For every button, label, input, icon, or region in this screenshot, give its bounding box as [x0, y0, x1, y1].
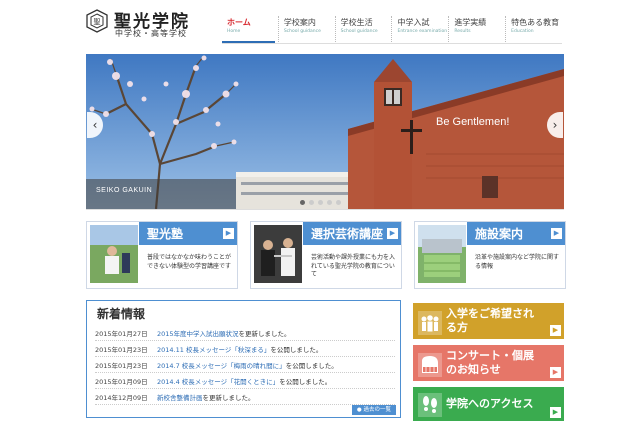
- nav-divider: [222, 43, 562, 44]
- news-link[interactable]: 新校舎整備計画: [157, 394, 203, 402]
- nav-label: 進学実績: [454, 18, 487, 27]
- news-text: を公開しました。: [285, 362, 338, 370]
- nav-home[interactable]: ホーム Home: [222, 16, 278, 44]
- nav-school-guide[interactable]: 学校案内 School guidance: [277, 16, 335, 42]
- card-title: 施設案内: [475, 227, 524, 241]
- card-description: 沿革や施設案内など学院に関する情報: [475, 254, 560, 270]
- card-facilities[interactable]: 施設案内 ▶ 沿革や施設案内など学院に関する情報: [414, 221, 566, 289]
- news-date: 2015年01月27日: [95, 330, 148, 338]
- arrow-right-icon[interactable]: ▶: [551, 228, 562, 239]
- card-description: 普段ではなかなか味わうことができない体験型の学習講座です: [147, 254, 232, 270]
- news-date: 2014年12月09日: [95, 394, 148, 402]
- arrow-right-icon: ▶: [550, 407, 561, 418]
- card-title: 聖光塾: [147, 227, 184, 241]
- main-nav: ホーム Home 学校案内 School guidance 学校生活 Schoo…: [222, 16, 562, 44]
- nav-results[interactable]: 進学実績 Results: [448, 16, 505, 42]
- admission-button[interactable]: 入学をご希望され る方 ▶: [413, 303, 564, 339]
- nav-label: 学校案内: [283, 18, 316, 27]
- nav-label: 中学入試: [397, 18, 430, 27]
- news-link[interactable]: 2015年度中学入試出願状況: [157, 330, 239, 338]
- hero-watermark: SEIKO GAKUIN: [96, 187, 153, 194]
- arrow-right-icon: ▶: [550, 325, 561, 336]
- hero-slideshow[interactable]: [86, 54, 564, 209]
- news-item: 2015年01月09日 2014.4 校長メッセージ「花開くときに」を公開しました…: [95, 376, 395, 389]
- page: 聖 聖光学院 中学校・高等学校 ホーム Home 学校案内 School gui…: [0, 0, 640, 426]
- card-photo: [254, 225, 302, 283]
- slide-dot-4[interactable]: [327, 200, 332, 205]
- hero-caption: Be Gentlemen!: [436, 116, 510, 128]
- nav-sublabel: Home: [227, 29, 241, 34]
- nav-school-life[interactable]: 学校生活 School guidance: [334, 16, 392, 42]
- news-item: 2015年01月23日 2014.11 校長メッセージ「秋深まる」を公開しました。: [95, 344, 395, 357]
- slide-dots: [300, 200, 341, 205]
- concert-exhibition-button[interactable]: コンサート・個展 のお知らせ ▶: [413, 345, 564, 381]
- arrow-right-icon[interactable]: ▶: [223, 228, 234, 239]
- nav-sublabel: Results: [454, 29, 471, 34]
- news-item: 2015年01月23日 2014.7 校長メッセージ「梅雨の晴れ間に」を公開しまし…: [95, 360, 395, 373]
- card-header: 施設案内 ▶: [467, 222, 565, 245]
- nav-sublabel: Education: [511, 29, 534, 34]
- nav-sublabel: Entrance examination: [397, 29, 448, 34]
- side-label-line1: コンサート・個展: [446, 349, 534, 362]
- news-panel: 新着情報 2015年01月27日 2015年度中学入試出願状況を更新しました。 2…: [86, 300, 401, 418]
- nav-education[interactable]: 特色ある教育 Education: [505, 16, 562, 42]
- school-emblem-icon[interactable]: 聖: [86, 9, 108, 33]
- piano-icon: [418, 353, 442, 377]
- arrow-right-icon[interactable]: ▶: [387, 228, 398, 239]
- news-text: を公開しました。: [279, 378, 332, 386]
- card-header: 聖光塾 ▶: [139, 222, 237, 245]
- side-label-line1: 入学をご希望され: [446, 307, 534, 320]
- news-date: 2015年01月09日: [95, 378, 148, 386]
- side-label-line2: る方: [446, 321, 468, 334]
- nav-label: 学校生活: [340, 18, 373, 27]
- nav-sublabel: School guidance: [340, 29, 378, 34]
- news-archive-button[interactable]: ● 過去の一覧: [351, 405, 396, 415]
- card-seiko-juku[interactable]: 聖光塾 ▶ 普段ではなかなか味わうことができない体験型の学習講座です: [86, 221, 238, 289]
- news-heading: 新着情報: [97, 307, 146, 321]
- hero-photo: [86, 54, 564, 209]
- slide-dot-5[interactable]: [336, 200, 341, 205]
- news-text: を更新しました。: [202, 394, 255, 402]
- card-header: 選択芸術講座 ▶: [303, 222, 401, 245]
- school-subtitle: 中学校・高等学校: [115, 29, 187, 38]
- news-date: 2015年01月23日: [95, 346, 148, 354]
- news-link[interactable]: 2014.7 校長メッセージ「梅雨の晴れ間に」: [157, 362, 286, 370]
- footprints-icon: [418, 393, 442, 417]
- news-item: 2014年12月09日 新校舎整備計画を更新しました。: [95, 392, 395, 405]
- news-text: を公開しました。: [270, 346, 323, 354]
- news-archive-label: 過去の一覧: [363, 407, 391, 413]
- side-label-line1: 学院へのアクセス: [446, 397, 534, 410]
- nav-entrance-exam[interactable]: 中学入試 Entrance examination: [391, 16, 448, 42]
- news-link[interactable]: 2014.4 校長メッセージ「花開くときに」: [157, 378, 279, 386]
- slide-dot-2[interactable]: [309, 200, 314, 205]
- people-icon: [418, 311, 442, 335]
- news-date: 2015年01月23日: [95, 362, 148, 370]
- news-text: を更新しました。: [238, 330, 291, 338]
- card-art-courses[interactable]: 選択芸術講座 ▶ 芸術活動や課外授業にも力を入れている聖光学院の教育について: [250, 221, 402, 289]
- slide-dot-3[interactable]: [318, 200, 323, 205]
- nav-label: ホーム: [227, 18, 251, 27]
- card-photo: [418, 225, 466, 283]
- card-description: 芸術活動や課外授業にも力を入れている聖光学院の教育について: [311, 254, 396, 278]
- nav-sublabel: School guidance: [283, 29, 321, 34]
- arrow-right-icon: ▶: [550, 367, 561, 378]
- card-photo: [90, 225, 138, 283]
- news-link[interactable]: 2014.11 校長メッセージ「秋深まる」: [157, 346, 270, 354]
- section-divider: [86, 209, 564, 210]
- news-item: 2015年01月27日 2015年度中学入試出願状況を更新しました。: [95, 328, 395, 341]
- access-button[interactable]: 学院へのアクセス ▶: [413, 387, 564, 421]
- card-title: 選択芸術講座: [311, 227, 384, 241]
- nav-label: 特色ある教育: [511, 18, 560, 27]
- svg-text:聖: 聖: [94, 18, 101, 26]
- side-label-line2: のお知らせ: [446, 363, 501, 376]
- slide-dot-1[interactable]: [300, 200, 305, 205]
